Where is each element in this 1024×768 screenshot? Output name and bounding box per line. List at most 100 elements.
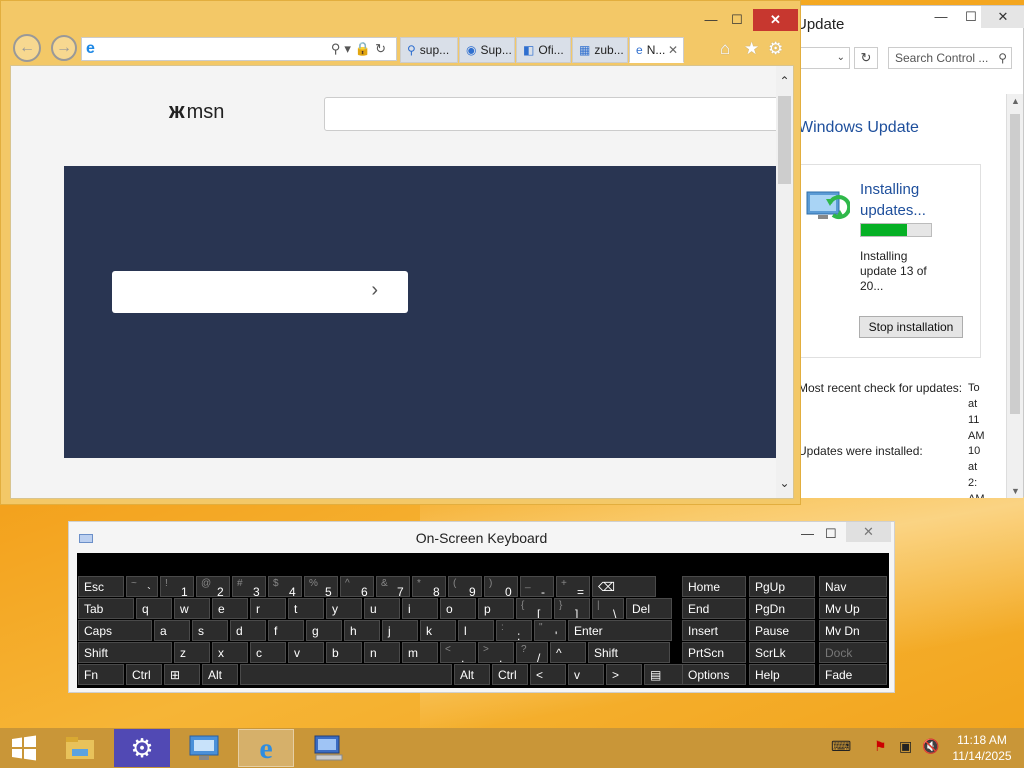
address-input[interactable]: e ⚲▾🔒↻ xyxy=(81,37,397,61)
key[interactable]: ⌫ xyxy=(592,576,656,597)
key[interactable]: Caps xyxy=(78,620,152,641)
key[interactable]: w xyxy=(174,598,210,619)
tab-4[interactable]: ▦ zub... xyxy=(572,37,628,63)
nav-key[interactable]: Home xyxy=(682,576,746,597)
address-dropdown[interactable]: ⌄ xyxy=(796,47,850,69)
key[interactable]: b xyxy=(326,642,362,663)
key[interactable]: c xyxy=(250,642,286,663)
minimize-button[interactable]: — xyxy=(801,526,814,541)
key[interactable]: Ctrl xyxy=(492,664,528,685)
key[interactable]: _ - xyxy=(520,576,554,597)
key[interactable]: $4 xyxy=(268,576,302,597)
key[interactable]: y xyxy=(326,598,362,619)
key[interactable]: :; xyxy=(496,620,532,641)
address-tools[interactable]: ⚲▾🔒↻ xyxy=(331,41,390,57)
restore-button[interactable]: ☐ xyxy=(825,526,837,542)
file-explorer-icon[interactable] xyxy=(52,729,108,767)
key[interactable]: f xyxy=(268,620,304,641)
key[interactable]: h xyxy=(344,620,380,641)
key[interactable]: n xyxy=(364,642,400,663)
key[interactable]: Del xyxy=(626,598,672,619)
key[interactable]: <, xyxy=(440,642,476,663)
key[interactable]: ) 0 xyxy=(484,576,518,597)
windows-start-icon[interactable] xyxy=(0,729,48,767)
key[interactable]: j xyxy=(382,620,418,641)
key[interactable]: l xyxy=(458,620,494,641)
key[interactable]: g xyxy=(306,620,342,641)
search-input[interactable]: Search Control ... ⚲ xyxy=(888,47,1012,69)
volume-icon[interactable]: 🔇 xyxy=(922,738,939,755)
key[interactable]: Alt xyxy=(454,664,490,685)
key[interactable]: + = xyxy=(556,576,590,597)
key[interactable] xyxy=(240,664,452,685)
home-icon[interactable]: ⌂ xyxy=(720,39,730,59)
key[interactable]: z xyxy=(174,642,210,663)
key[interactable]: s xyxy=(192,620,228,641)
control-panel-icon[interactable]: ⚙ xyxy=(114,729,170,767)
key[interactable]: ? / xyxy=(516,642,548,663)
scroll-up-icon[interactable]: ⌃ xyxy=(776,74,793,88)
keyboard-icon[interactable]: ⌨ xyxy=(831,738,851,755)
refresh-icon[interactable]: ↻ xyxy=(854,47,878,69)
network-icon[interactable]: ▣ xyxy=(899,738,912,755)
chevron-right-icon[interactable]: › xyxy=(371,279,378,302)
key[interactable]: i xyxy=(402,598,438,619)
nav-key[interactable]: Dock xyxy=(819,642,887,663)
key[interactable]: q xyxy=(136,598,172,619)
vertical-scrollbar[interactable]: ▲ ▼ xyxy=(1006,94,1023,498)
key[interactable]: d xyxy=(230,620,266,641)
search-icon[interactable]: ⚲ xyxy=(998,48,1007,68)
key[interactable]: ! 1 xyxy=(160,576,194,597)
key[interactable]: Alt xyxy=(202,664,238,685)
nav-key[interactable]: Help xyxy=(749,664,815,685)
nav-key[interactable]: Pause xyxy=(749,620,815,641)
close-button[interactable]: ✕ xyxy=(846,522,891,542)
nav-key[interactable]: Insert xyxy=(682,620,746,641)
maximize-button[interactable]: ☐ xyxy=(727,9,747,31)
internet-explorer-icon[interactable]: e xyxy=(238,729,294,767)
minimize-button[interactable]: — xyxy=(701,9,721,31)
msn-logo[interactable]: ж msn xyxy=(169,98,224,124)
close-tab-icon[interactable]: ✕ xyxy=(668,38,678,62)
key[interactable]: Shift xyxy=(588,642,670,663)
close-button[interactable]: ✕ xyxy=(981,6,1024,28)
key[interactable]: " ' xyxy=(534,620,566,641)
nav-key[interactable]: ScrLk xyxy=(749,642,815,663)
key[interactable]: u xyxy=(364,598,400,619)
nav-key[interactable]: PgUp xyxy=(749,576,815,597)
key[interactable]: v xyxy=(288,642,324,663)
key[interactable]: ^ 6 xyxy=(340,576,374,597)
key[interactable]: k xyxy=(420,620,456,641)
stop-installation-button[interactable]: Stop installation xyxy=(859,316,963,338)
tab-1[interactable]: ⚲ sup... xyxy=(400,37,458,63)
scroll-thumb[interactable] xyxy=(1010,114,1020,414)
key[interactable]: ~ ` xyxy=(126,576,158,597)
nav-key[interactable]: PgDn xyxy=(749,598,815,619)
nav-key[interactable]: Mv Up xyxy=(819,598,887,619)
nav-key[interactable]: Fade xyxy=(819,664,887,685)
key[interactable]: Tab xyxy=(78,598,134,619)
remote-desktop-icon[interactable] xyxy=(176,729,232,767)
key[interactable]: x xyxy=(212,642,248,663)
hero-input[interactable]: › xyxy=(112,271,408,313)
key[interactable]: a xyxy=(154,620,190,641)
forward-arrow-icon[interactable]: → xyxy=(51,35,77,61)
search-input[interactable] xyxy=(324,97,784,131)
action-center-icon[interactable]: ⚑ xyxy=(874,738,887,755)
back-arrow-icon[interactable]: ← xyxy=(13,34,41,62)
key[interactable]: ^ xyxy=(550,642,586,663)
key[interactable]: r xyxy=(250,598,286,619)
tab-5[interactable]: e N... ✕ xyxy=(629,37,684,63)
tab-2[interactable]: ◉ Sup... xyxy=(459,37,515,63)
page-scrollbar[interactable]: ⌃ ⌄ xyxy=(776,66,793,498)
nav-key[interactable]: Mv Dn xyxy=(819,620,887,641)
key[interactable]: Ctrl xyxy=(126,664,162,685)
scroll-up-icon[interactable]: ▲ xyxy=(1007,96,1024,106)
key[interactable]: e xyxy=(212,598,248,619)
star-icon[interactable]: ★ xyxy=(744,39,759,59)
key[interactable]: | \ xyxy=(592,598,624,619)
nav-key[interactable]: PrtScn xyxy=(682,642,746,663)
key[interactable]: & 7 xyxy=(376,576,410,597)
nav-key[interactable]: Options xyxy=(682,664,746,685)
scroll-down-icon[interactable]: ⌄ xyxy=(776,476,793,490)
